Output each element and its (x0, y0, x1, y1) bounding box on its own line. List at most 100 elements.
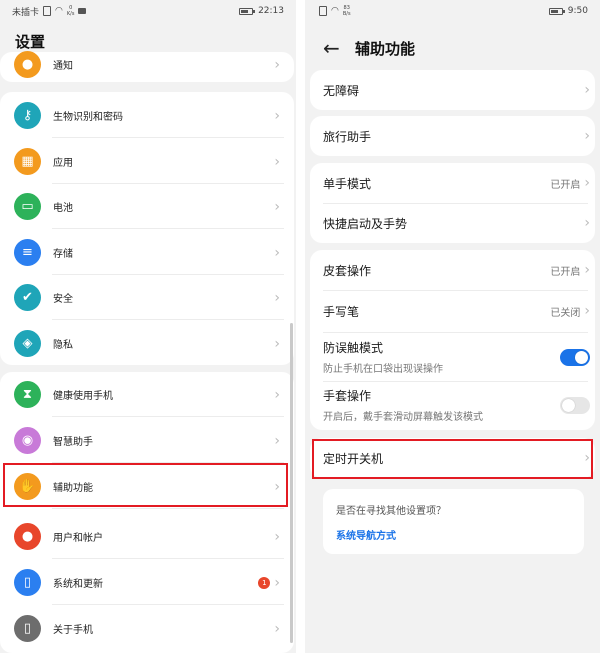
storage-icon: ≡ (14, 239, 41, 266)
settings-item-label: 通知 (53, 61, 73, 72)
settings-item[interactable]: ⚷ 生物识别和密码 › (14, 93, 296, 138)
divider (52, 319, 284, 320)
settings-item[interactable]: ▯ 系统和更新 1 › (14, 560, 296, 605)
accessibility-screen: ◠ 83 B/s 9:50 ← 辅助功能 无障碍 › 旅行助手 › 单手模式 已开启 › 快捷… (305, 0, 600, 653)
accessibility-item-label: 无障碍 (323, 83, 360, 98)
network-speed: 83 B/s (343, 5, 351, 17)
phone-icon: ▯ (14, 615, 41, 642)
item-text: 单手模式 (323, 175, 371, 192)
settings-item-label: 隐私 (53, 340, 73, 351)
settings-item[interactable]: ≡ 存储 › (14, 230, 296, 275)
toggle-knob (562, 398, 575, 412)
privacy-shield-icon: ◈ (14, 330, 41, 357)
battery-status-icon (548, 7, 565, 15)
phone-update-icon: ▯ (14, 569, 41, 596)
item-text: 防误触模式 防止手机在口袋出现误操作 (323, 339, 443, 375)
network-speed: 0 K/s (67, 5, 75, 17)
system-navigation-link[interactable]: 系统导航方式 (336, 527, 396, 542)
accessibility-item-label: 单手模式 (323, 176, 372, 191)
settings-item-label: 存储 (53, 249, 73, 260)
accessibility-item-label: 快捷启动及手势 (323, 216, 408, 231)
status-bar-left: 未插卡 ◠ 0 K/s 22:13 (0, 0, 296, 22)
chevron-right-icon: › (584, 215, 590, 231)
item-text: 无障碍 (323, 82, 359, 99)
shield-check-icon: ✔ (14, 284, 41, 311)
divider (323, 203, 588, 204)
settings-item[interactable]: ● 用户和帐户 › (14, 514, 296, 559)
chevron-right-icon: › (274, 574, 280, 591)
settings-item-label: 生物识别和密码 (53, 112, 123, 123)
chevron-right-icon: › (584, 262, 590, 278)
key-icon: ⚷ (14, 102, 41, 129)
chevron-right-icon: › (274, 107, 280, 124)
settings-item-label: 健康使用手机 (53, 391, 113, 402)
settings-item[interactable]: ● 通知 › (14, 42, 296, 87)
settings-item-label: 系统和更新 (53, 579, 103, 590)
divider (52, 137, 284, 138)
suggestion-question: 是否在寻找其他设置项？ (336, 506, 446, 517)
apps-grid-icon: ▦ (14, 148, 41, 175)
accessibility-item[interactable]: 手套操作开启后，戴手套滑动屏幕触发该模式 (323, 381, 590, 429)
camera-icon (78, 8, 87, 14)
divider (52, 228, 284, 229)
chevron-right-icon: › (274, 620, 280, 637)
back-arrow-icon[interactable]: ← (323, 36, 340, 60)
wifi-icon: ◠ (331, 6, 339, 16)
accessibility-item-label: 手套操作 (323, 389, 372, 403)
chevron-right-icon: › (274, 432, 280, 449)
chevron-right-icon: › (274, 386, 280, 403)
divider (52, 604, 284, 605)
settings-item[interactable]: ▦ 应用 › (14, 139, 296, 184)
chevron-right-icon: › (274, 244, 280, 261)
battery-icon: ▭ (14, 193, 41, 220)
settings-item-label: 智慧助手 (53, 437, 93, 448)
item-text: 旅行助手 (323, 128, 371, 145)
toggle-switch[interactable] (560, 348, 590, 366)
accessibility-item[interactable]: 皮套操作 已开启 › (323, 250, 590, 290)
settings-item-label: 用户和帐户 (53, 533, 103, 544)
settings-item[interactable]: ▯ 关于手机 › (14, 606, 296, 651)
speed-unit: B/s (342, 11, 351, 17)
settings-item[interactable]: ◉ 智慧助手 › (14, 418, 296, 463)
highlight-box-accessibility (3, 463, 288, 507)
settings-screen: 未插卡 ◠ 0 K/s 22:13 设置 ● 通知 › ⚷ 生物识别和密码 › ▦ 应用 › ▭ 电… (0, 0, 296, 653)
item-text: 快捷启动及手势 (323, 215, 407, 232)
chevron-right-icon: › (584, 82, 590, 98)
toggle-switch[interactable] (560, 396, 590, 414)
settings-item[interactable]: ▭ 电池 › (14, 184, 296, 229)
accessibility-item-subtitle: 防止手机在口袋出现误操作 (323, 364, 443, 375)
settings-item-label: 关于手机 (53, 625, 93, 636)
update-badge: 1 (258, 576, 271, 589)
accessibility-item[interactable]: 快捷启动及手势 › (323, 203, 590, 243)
accessibility-item-label: 皮套操作 (323, 263, 372, 278)
settings-item[interactable]: ⧗ 健康使用手机 › (14, 372, 296, 417)
settings-item[interactable]: ✔ 安全 › (14, 275, 296, 320)
accessibility-item[interactable]: 手写笔 已关闭 › (323, 290, 590, 332)
divider (323, 290, 588, 291)
highlight-box-scheduled-power (312, 439, 593, 479)
settings-item[interactable]: ◈ 隐私 › (14, 321, 296, 366)
suggestion-card: 是否在寻找其他设置项？ 系统导航方式 (323, 489, 584, 554)
item-status-value: 已开启 (550, 179, 581, 191)
toggle-knob (575, 350, 588, 364)
chevron-right-icon: › (584, 175, 590, 191)
item-text: 手写笔 (323, 303, 359, 320)
scrollbar[interactable] (290, 323, 293, 643)
sim-status: 未插卡 (12, 7, 40, 18)
accessibility-item-label: 手写笔 (323, 304, 360, 319)
divider (52, 508, 284, 509)
accessibility-item[interactable]: 防误触模式 防止手机在口袋出现误操作 (323, 333, 590, 381)
sim-card-icon (319, 6, 327, 16)
accessibility-item[interactable]: 单手模式 已开启 › (323, 163, 590, 203)
page-title: 辅助功能 (355, 40, 416, 58)
bell-icon: ● (14, 51, 41, 78)
accessibility-item[interactable]: 旅行助手 › (323, 116, 590, 156)
accessibility-item-subtitle: 开启后，戴手套滑动屏幕触发该模式 (323, 412, 483, 423)
assistant-orb-icon: ◉ (14, 427, 41, 454)
chevron-right-icon: › (274, 289, 280, 306)
divider (52, 558, 284, 559)
screenshot-pair: 未插卡 ◠ 0 K/s 22:13 设置 ● 通知 › ⚷ 生物识别和密码 › ▦ 应用 › ▭ 电… (0, 0, 600, 653)
accessibility-item[interactable]: 无障碍 › (323, 70, 590, 110)
item-status-value: 已关闭 (550, 307, 581, 319)
chevron-right-icon: › (274, 528, 280, 545)
